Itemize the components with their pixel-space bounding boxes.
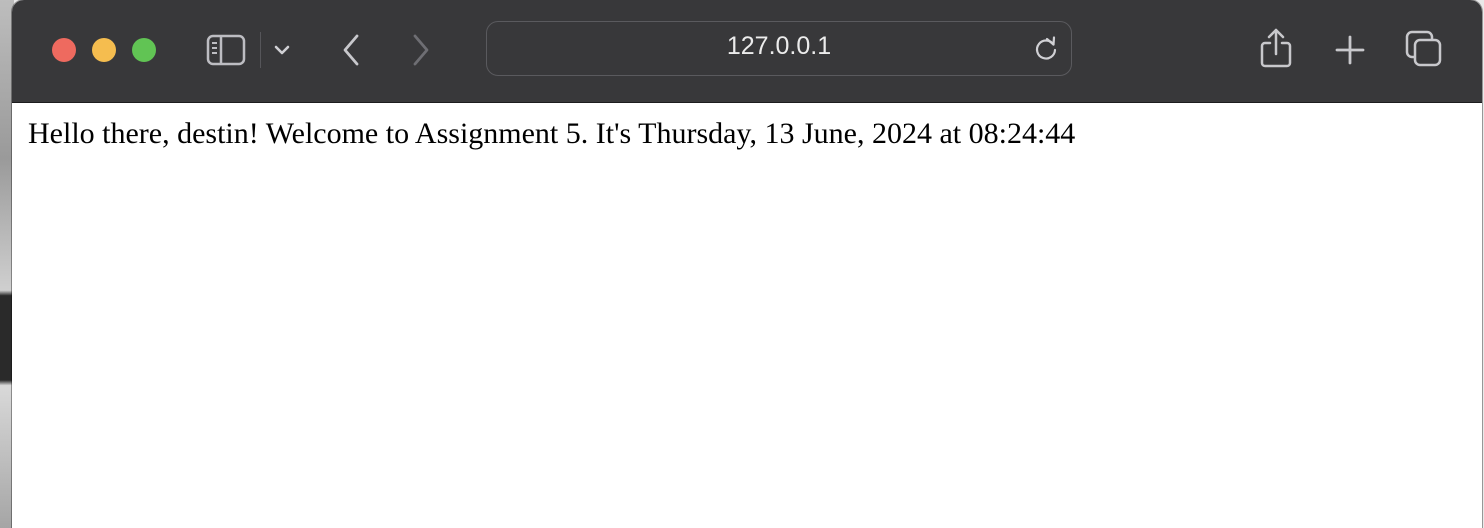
tab-overview-button[interactable] xyxy=(1404,28,1444,70)
browser-toolbar: 127.0.0.1 xyxy=(12,0,1482,103)
welcome-message: Hello there, destin! Welcome to Assignme… xyxy=(28,117,1076,150)
reload-icon xyxy=(1033,36,1059,62)
tabs-icon xyxy=(1405,30,1443,68)
page-content: Hello there, destin! Welcome to Assignme… xyxy=(12,103,1482,528)
new-tab-button[interactable] xyxy=(1332,30,1368,70)
browser-window: 127.0.0.1 Hello there, destin! Welcome t… xyxy=(12,0,1482,528)
address-url: 127.0.0.1 xyxy=(726,32,832,60)
address-bar[interactable]: 127.0.0.1 xyxy=(486,21,1072,76)
chevron-down-icon xyxy=(273,44,291,56)
sidebar-menu-button[interactable] xyxy=(270,34,294,66)
forward-button[interactable] xyxy=(404,30,438,70)
chevron-left-icon xyxy=(340,33,362,67)
close-window-button[interactable] xyxy=(52,38,76,62)
sidebar-toggle-button[interactable] xyxy=(204,30,248,70)
share-icon xyxy=(1259,27,1293,69)
chevron-right-icon xyxy=(410,33,432,67)
share-button[interactable] xyxy=(1258,26,1294,70)
maximize-window-button[interactable] xyxy=(132,38,156,62)
toolbar-divider xyxy=(260,32,261,68)
plus-icon xyxy=(1335,35,1365,65)
minimize-window-button[interactable] xyxy=(92,38,116,62)
reload-button[interactable] xyxy=(1031,34,1061,64)
back-button[interactable] xyxy=(334,30,368,70)
sidebar-icon xyxy=(206,34,246,66)
